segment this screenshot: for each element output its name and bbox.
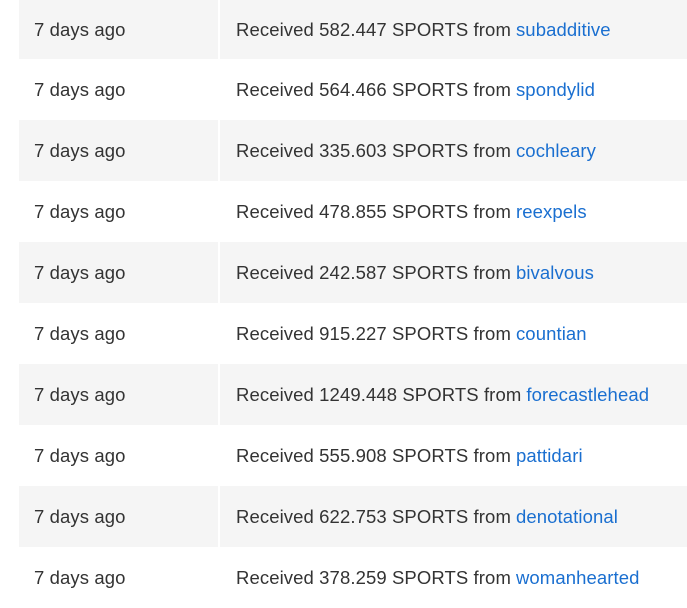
sender-link[interactable]: reexpels	[516, 201, 587, 223]
transaction-history-table: 7 days ago Received 582.447 SPORTS from …	[19, 0, 687, 608]
timestamp: 7 days ago	[19, 425, 220, 486]
transaction-text: Received 564.466 SPORTS from	[236, 78, 511, 100]
timestamp: 7 days ago	[19, 242, 220, 303]
sender-link[interactable]: cochleary	[516, 140, 596, 162]
table-row: 7 days ago Received 564.466 SPORTS from …	[19, 59, 687, 120]
timestamp: 7 days ago	[19, 59, 220, 120]
transaction-description: Received 478.855 SPORTS from reexpels	[220, 181, 687, 242]
table-row: 7 days ago Received 555.908 SPORTS from …	[19, 425, 687, 486]
transaction-text: Received 478.855 SPORTS from	[236, 200, 511, 222]
table-row: 7 days ago Received 622.753 SPORTS from …	[19, 486, 687, 547]
transaction-description: Received 564.466 SPORTS from spondylid	[220, 59, 687, 120]
transaction-description: Received 915.227 SPORTS from countian	[220, 303, 687, 364]
sender-link[interactable]: countian	[516, 323, 587, 345]
timestamp: 7 days ago	[19, 303, 220, 364]
transaction-text: Received 555.908 SPORTS from	[236, 444, 511, 466]
transaction-description: Received 582.447 SPORTS from subadditive	[220, 0, 687, 59]
timestamp: 7 days ago	[19, 486, 220, 547]
sender-link[interactable]: pattidari	[516, 445, 583, 467]
transaction-text: Received 622.753 SPORTS from	[236, 505, 511, 527]
transaction-text: Received 242.587 SPORTS from	[236, 261, 511, 283]
transaction-description: Received 622.753 SPORTS from denotationa…	[220, 486, 687, 547]
transaction-description: Received 242.587 SPORTS from bivalvous	[220, 242, 687, 303]
transaction-description: Received 378.259 SPORTS from womanhearte…	[220, 547, 687, 608]
transaction-text: Received 582.447 SPORTS from	[236, 18, 511, 40]
transaction-text: Received 378.259 SPORTS from	[236, 566, 511, 588]
table-row: 7 days ago Received 335.603 SPORTS from …	[19, 120, 687, 181]
table-row: 7 days ago Received 915.227 SPORTS from …	[19, 303, 687, 364]
transaction-description: Received 555.908 SPORTS from pattidari	[220, 425, 687, 486]
transaction-text: Received 335.603 SPORTS from	[236, 139, 511, 161]
transaction-text: Received 1249.448 SPORTS from	[236, 383, 522, 405]
sender-link[interactable]: womanhearted	[516, 567, 640, 589]
table-row: 7 days ago Received 478.855 SPORTS from …	[19, 181, 687, 242]
table-row: 7 days ago Received 242.587 SPORTS from …	[19, 242, 687, 303]
sender-link[interactable]: subadditive	[516, 19, 611, 41]
sender-link[interactable]: bivalvous	[516, 262, 594, 284]
transaction-text: Received 915.227 SPORTS from	[236, 322, 511, 344]
transaction-description: Received 1249.448 SPORTS from forecastle…	[220, 364, 687, 425]
timestamp: 7 days ago	[19, 547, 220, 608]
table-row: 7 days ago Received 582.447 SPORTS from …	[19, 0, 687, 59]
transaction-description: Received 335.603 SPORTS from cochleary	[220, 120, 687, 181]
table-row: 7 days ago Received 1249.448 SPORTS from…	[19, 364, 687, 425]
timestamp: 7 days ago	[19, 181, 220, 242]
timestamp: 7 days ago	[19, 364, 220, 425]
timestamp: 7 days ago	[19, 0, 220, 59]
sender-link[interactable]: denotational	[516, 506, 618, 528]
sender-link[interactable]: spondylid	[516, 79, 595, 101]
timestamp: 7 days ago	[19, 120, 220, 181]
table-row: 7 days ago Received 378.259 SPORTS from …	[19, 547, 687, 608]
sender-link[interactable]: forecastlehead	[526, 384, 649, 406]
